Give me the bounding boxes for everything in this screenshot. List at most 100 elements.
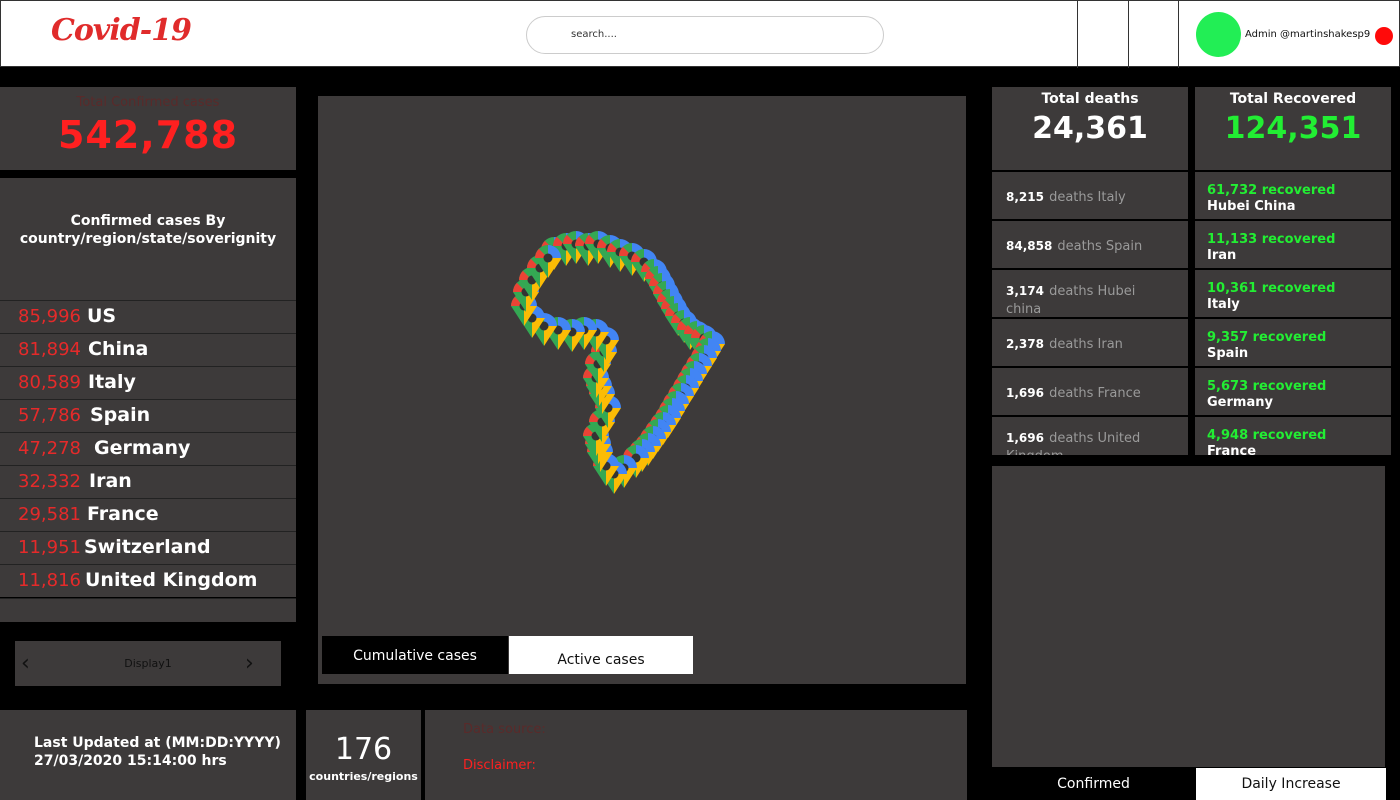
disclaimer-label[interactable]: Disclaimer:	[463, 758, 536, 773]
total-recovered-label: Total Recovered	[1229, 91, 1357, 107]
chevron-right-icon[interactable]: ›	[245, 651, 254, 676]
country-case-count: 11,951	[18, 537, 81, 558]
country-row[interactable]: 47,278 Germany	[0, 432, 296, 465]
by-country-title-line2: country/region/state/soverignity	[19, 231, 277, 247]
country-row[interactable]: 57,786 Spain	[0, 399, 296, 432]
recovered-count: 11,133 recovered	[1207, 232, 1336, 247]
death-location: deaths France	[1049, 386, 1141, 401]
header-divider	[1077, 1, 1078, 68]
recovered-count: 61,732 recovered	[1207, 183, 1336, 198]
death-count: 3,174	[1006, 284, 1044, 298]
countries-count-value: 176	[334, 732, 393, 767]
recovered-row[interactable]: 5,673 recovered Germany	[1195, 368, 1391, 415]
top-header: Covid-19 search.... Admin @martinshakesp…	[0, 0, 1400, 68]
recovered-count: 4,948 recovered	[1207, 428, 1327, 443]
header-divider	[1178, 1, 1179, 68]
country-name: US	[87, 305, 117, 327]
recovered-location: Spain	[1207, 346, 1249, 361]
by-country-title-line1: Confirmed cases By	[70, 213, 226, 229]
search-input[interactable]: search....	[526, 16, 884, 54]
country-name: China	[88, 338, 149, 360]
country-case-count: 57,786	[18, 405, 81, 426]
countries-count-card: 176 countries/regions	[306, 710, 421, 800]
last-updated-card: Last Updated at (MM:DD:YYYY) 27/03/2020 …	[0, 710, 296, 800]
data-source-card: Data source: Disclaimer:	[425, 710, 967, 800]
africa-pin-map[interactable]	[318, 96, 966, 684]
recovered-count: 10,361 recovered	[1207, 281, 1336, 296]
recovered-count: 9,357 recovered	[1207, 330, 1327, 345]
total-confirmed-value: 542,788	[57, 113, 239, 157]
tab-confirmed[interactable]: Confirmed	[992, 768, 1195, 800]
recovered-location: Iran	[1207, 248, 1237, 263]
death-row[interactable]: 1,696 deaths France	[992, 368, 1188, 415]
last-updated-text: Last Updated at (MM:DD:YYYY) 27/03/2020 …	[34, 734, 281, 770]
total-deaths-card: Total deaths 24,361	[992, 87, 1188, 170]
country-row[interactable]: 11,951 Switzerland	[0, 531, 296, 564]
country-name: France	[87, 503, 159, 525]
country-case-count: 11,816	[18, 570, 81, 591]
death-count: 2,378	[1006, 337, 1044, 351]
recovered-row[interactable]: 4,948 recovered France	[1195, 417, 1391, 455]
death-row[interactable]: 1,696 deaths United Kingdom	[992, 417, 1188, 455]
country-list-footer	[0, 598, 296, 622]
total-confirmed-label: Total Confirmed cases	[76, 95, 220, 110]
total-confirmed-card: Total Confirmed cases 542,788	[0, 87, 296, 170]
last-updated-value: 27/03/2020 15:14:00 hrs	[34, 753, 227, 769]
last-updated-label: Last Updated at (MM:DD:YYYY)	[34, 735, 281, 751]
death-row[interactable]: 8,215 deaths Italy	[992, 172, 1188, 219]
countries-count-label: countries/regions	[309, 770, 418, 783]
header-divider	[1128, 1, 1129, 68]
country-row[interactable]: 29,581 France	[0, 498, 296, 531]
country-name: Germany	[94, 437, 191, 459]
recovered-count: 5,673 recovered	[1207, 379, 1327, 394]
country-row[interactable]: 81,894 China	[0, 333, 296, 366]
recovered-location: Italy	[1207, 297, 1240, 312]
recovered-location: France	[1207, 444, 1257, 455]
total-recovered-card: Total Recovered 124,351	[1195, 87, 1391, 170]
recovered-row[interactable]: 9,357 recovered Spain	[1195, 319, 1391, 366]
death-count: 1,696	[1006, 386, 1044, 400]
avatar[interactable]	[1196, 12, 1241, 57]
death-row[interactable]: 84,858 deaths Spain	[992, 221, 1188, 268]
recovered-row[interactable]: 10,361 recovered Italy	[1195, 270, 1391, 317]
country-row[interactable]: 80,589 Italy	[0, 366, 296, 399]
death-count: 1,696	[1006, 431, 1044, 445]
total-deaths-label: Total deaths	[1041, 91, 1139, 107]
total-recovered-value: 124,351	[1224, 111, 1362, 146]
recovered-location: Germany	[1207, 395, 1273, 410]
death-location: deaths Spain	[1057, 239, 1143, 254]
recovered-location: Hubei China	[1207, 199, 1296, 214]
admin-username[interactable]: Admin @martinshakesp9	[1245, 29, 1370, 40]
country-name: United Kingdom	[85, 569, 258, 591]
trend-chart-panel[interactable]	[992, 466, 1385, 767]
recovered-row[interactable]: 11,133 recovered Iran	[1195, 221, 1391, 268]
tab-daily-increase[interactable]: Daily Increase	[1196, 768, 1386, 800]
death-row[interactable]: 3,174 deaths Hubei china	[992, 270, 1188, 317]
country-row[interactable]: 85,996 US	[0, 300, 296, 333]
country-row[interactable]: 32,332 Iran	[0, 465, 296, 498]
death-count: 8,215	[1006, 190, 1044, 204]
death-row[interactable]: 2,378 deaths Iran	[992, 319, 1188, 366]
death-count: 84,858	[1006, 239, 1053, 253]
country-name: Spain	[90, 404, 151, 426]
country-name: Iran	[89, 470, 132, 492]
country-case-count: 29,581	[18, 504, 81, 525]
data-source-label[interactable]: Data source:	[463, 722, 546, 737]
country-case-count: 32,332	[18, 471, 81, 492]
map-panel[interactable]	[318, 96, 966, 684]
pager-label: Display1	[124, 657, 172, 670]
country-name: Switzerland	[84, 536, 211, 558]
by-country-title: Confirmed cases By country/region/state/…	[0, 212, 296, 248]
status-indicator	[1375, 27, 1393, 45]
recovered-row[interactable]: 61,732 recovered Hubei China	[1195, 172, 1391, 219]
death-location: deaths Italy	[1049, 190, 1126, 205]
country-row[interactable]: 11,816 United Kingdom	[0, 564, 296, 597]
country-name: Italy	[88, 371, 136, 393]
tab-active-cases[interactable]: Active cases	[509, 636, 693, 674]
display-pager: ‹ Display1 ›	[15, 641, 281, 686]
country-case-count: 80,589	[18, 372, 81, 393]
by-country-header: Confirmed cases By country/region/state/…	[0, 178, 296, 300]
death-location: deaths Iran	[1049, 337, 1123, 352]
tab-cumulative-cases[interactable]: Cumulative cases	[322, 636, 508, 674]
app-logo[interactable]: Covid-19	[51, 13, 192, 48]
